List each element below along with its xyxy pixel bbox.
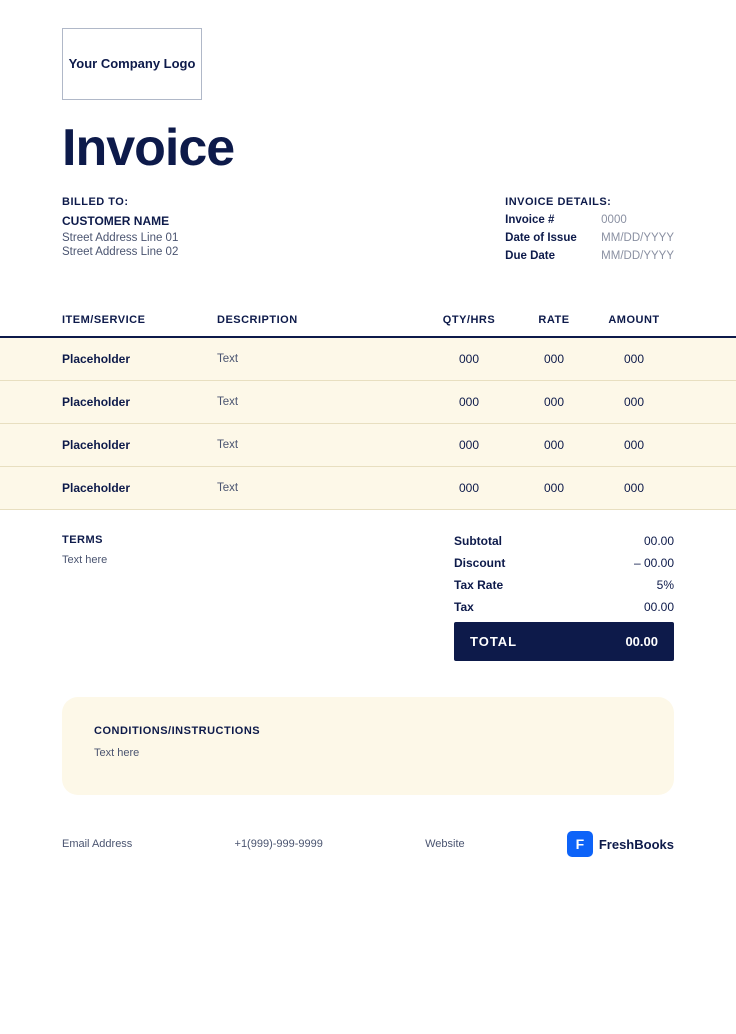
header-rate: RATE: [514, 314, 594, 326]
due-date-value: MM/DD/YYYY: [601, 250, 674, 262]
discount-label: Discount: [454, 556, 544, 570]
row-item-1: Placeholder: [62, 352, 217, 366]
tax-value: 00.00: [604, 600, 674, 614]
conditions-box: CONDITIONS/INSTRUCTIONS Text here: [62, 697, 674, 795]
freshbooks-text: FreshBooks: [599, 837, 674, 852]
terms-label: TERMS: [62, 534, 107, 546]
tax-rate-row: Tax Rate 5%: [454, 578, 674, 592]
bottom-section: TERMS Text here Subtotal 00.00 Discount …: [62, 534, 674, 661]
footer-email: Email Address: [62, 838, 132, 850]
totals-section: Subtotal 00.00 Discount – 00.00 Tax Rate…: [454, 534, 674, 661]
discount-value: – 00.00: [604, 556, 674, 570]
address-line-1: Street Address Line 01: [62, 232, 178, 244]
discount-row: Discount – 00.00: [454, 556, 674, 570]
footer-website: Website: [425, 838, 465, 850]
tax-rate-label: Tax Rate: [454, 578, 544, 592]
row-qty-4: 000: [424, 481, 514, 495]
date-of-issue-value: MM/DD/YYYY: [601, 232, 674, 244]
row-rate-3: 000: [514, 438, 594, 452]
address-line-2: Street Address Line 02: [62, 246, 178, 258]
meta-section: BILLED TO: CUSTOMER NAME Street Address …: [62, 196, 674, 268]
terms-text: Text here: [62, 554, 107, 566]
table-row: Placeholder Text 000 000 000: [0, 381, 736, 424]
header-item: ITEM/SERVICE: [62, 314, 217, 326]
row-desc-2: Text: [217, 396, 424, 408]
conditions-text: Text here: [94, 747, 642, 759]
row-rate-1: 000: [514, 352, 594, 366]
conditions-label: CONDITIONS/INSTRUCTIONS: [94, 725, 642, 737]
date-of-issue-row: Date of Issue MM/DD/YYYY: [505, 232, 674, 244]
row-desc-1: Text: [217, 353, 424, 365]
billed-to-section: BILLED TO: CUSTOMER NAME Street Address …: [62, 196, 178, 268]
row-item-4: Placeholder: [62, 481, 217, 495]
row-item-2: Placeholder: [62, 395, 217, 409]
row-amount-2: 000: [594, 395, 674, 409]
row-amount-1: 000: [594, 352, 674, 366]
row-amount-3: 000: [594, 438, 674, 452]
tax-row: Tax 00.00: [454, 600, 674, 614]
row-amount-4: 000: [594, 481, 674, 495]
due-date-label: Due Date: [505, 250, 595, 262]
footer-phone: +1(999)-999-9999: [235, 838, 323, 850]
subtotal-row: Subtotal 00.00: [454, 534, 674, 548]
footer: Email Address +1(999)-999-9999 Website F…: [62, 831, 674, 881]
invoice-number-value: 0000: [601, 214, 627, 226]
subtotal-label: Subtotal: [454, 534, 544, 548]
tax-label: Tax: [454, 600, 544, 614]
date-of-issue-label: Date of Issue: [505, 232, 595, 244]
row-qty-3: 000: [424, 438, 514, 452]
billed-to-label: BILLED TO:: [62, 196, 178, 208]
invoice-number-label: Invoice #: [505, 214, 595, 226]
header-qty: QTY/HRS: [424, 314, 514, 326]
freshbooks-logo: F FreshBooks: [567, 831, 674, 857]
invoice-details-label: INVOICE DETAILS:: [505, 196, 674, 208]
total-label: TOTAL: [470, 634, 517, 649]
total-bar: TOTAL 00.00: [454, 622, 674, 661]
row-item-3: Placeholder: [62, 438, 217, 452]
freshbooks-icon: F: [567, 831, 593, 857]
row-rate-4: 000: [514, 481, 594, 495]
tax-rate-value: 5%: [604, 578, 674, 592]
company-logo-box: Your Company Logo: [62, 28, 202, 100]
header-amount: AMOUNT: [594, 314, 674, 326]
row-qty-1: 000: [424, 352, 514, 366]
terms-section: TERMS Text here: [62, 534, 107, 566]
invoice-details-section: INVOICE DETAILS: Invoice # 0000 Date of …: [505, 196, 674, 268]
row-desc-4: Text: [217, 482, 424, 494]
table-row: Placeholder Text 000 000 000: [0, 338, 736, 381]
row-rate-2: 000: [514, 395, 594, 409]
table-row: Placeholder Text 000 000 000: [0, 424, 736, 467]
header-desc: DESCRIPTION: [217, 314, 424, 326]
invoice-number-row: Invoice # 0000: [505, 214, 674, 226]
invoice-title: Invoice: [62, 118, 736, 178]
customer-name: CUSTOMER NAME: [62, 214, 178, 228]
due-date-row: Due Date MM/DD/YYYY: [505, 250, 674, 262]
invoice-page: Your Company Logo Invoice BILLED TO: CUS…: [0, 0, 736, 1034]
row-qty-2: 000: [424, 395, 514, 409]
company-logo-text: Your Company Logo: [69, 56, 196, 73]
invoice-table: ITEM/SERVICE DESCRIPTION QTY/HRS RATE AM…: [0, 304, 736, 510]
subtotal-value: 00.00: [604, 534, 674, 548]
row-desc-3: Text: [217, 439, 424, 451]
table-body: Placeholder Text 000 000 000 Placeholder…: [0, 338, 736, 510]
total-value: 00.00: [625, 634, 658, 649]
table-row: Placeholder Text 000 000 000: [0, 467, 736, 510]
table-header: ITEM/SERVICE DESCRIPTION QTY/HRS RATE AM…: [0, 304, 736, 338]
